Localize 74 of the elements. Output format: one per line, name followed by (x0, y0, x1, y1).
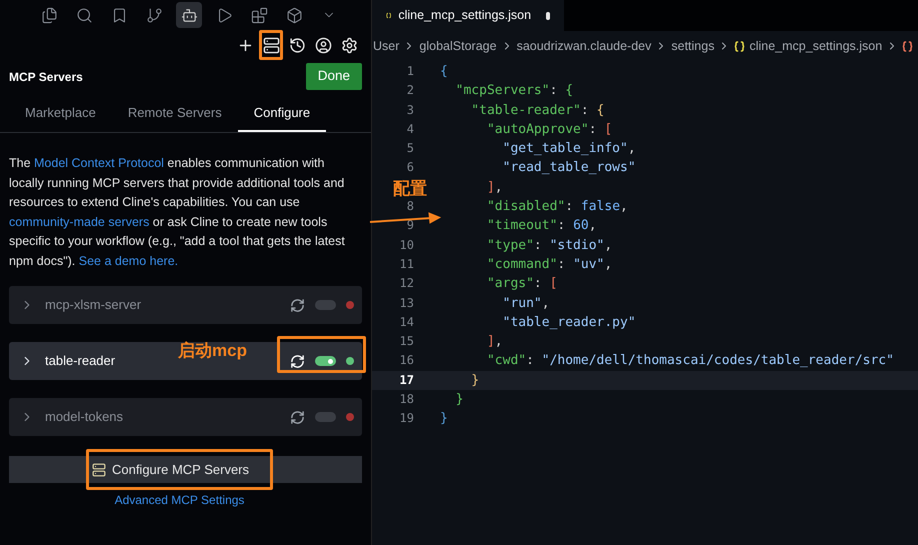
toggle-switch[interactable] (315, 356, 336, 366)
line-number: 19 (400, 410, 414, 428)
annotation-label: 启动mcp (178, 340, 247, 362)
refresh-icon[interactable] (290, 410, 305, 424)
code-line: ], (486, 178, 503, 197)
link[interactable]: community-made servers (9, 214, 150, 228)
code-line: } (470, 372, 480, 390)
code-line: "table_reader.py" (502, 314, 636, 332)
line-number: 17 (400, 372, 414, 389)
code-line: "command": "uv", (486, 256, 612, 274)
refresh-icon[interactable] (290, 298, 305, 312)
done-button[interactable]: Done (306, 63, 362, 90)
line-number: 11 (400, 256, 414, 273)
tab[interactable]: Configure (238, 96, 326, 132)
json-braces-icon (386, 10, 392, 21)
refresh-icon[interactable] (290, 354, 305, 368)
line-number: 14 (400, 314, 414, 331)
toggle-switch[interactable] (315, 412, 336, 422)
breadcrumb-item[interactable]: cline_mcp_settings.json (749, 36, 882, 56)
breadcrumb-item[interactable]: saoudrizwan.claude-dev (516, 36, 652, 56)
panel-title: MCP Servers (9, 68, 83, 86)
line-number: 8 (406, 198, 414, 216)
code-line: "read_table_rows" (502, 159, 636, 178)
code-line: "type": "stdio", (486, 236, 612, 255)
code-line: "run", (502, 294, 550, 313)
toggle-switch[interactable] (315, 300, 336, 310)
line-number: 2 (406, 82, 414, 100)
breadcrumb-item[interactable]: User (373, 36, 400, 56)
line-number: 4 (406, 120, 414, 138)
line-number: 12 (400, 275, 414, 292)
code-line: "table-reader": { (470, 102, 604, 120)
code-line: "disabled": false, (486, 198, 628, 216)
link[interactable]: See a demo here. (78, 254, 178, 268)
code-line: ], (486, 333, 503, 352)
tab[interactable]: Remote Servers (112, 96, 238, 132)
code-line: "timeout": 60, (486, 217, 597, 236)
line-number: 5 (406, 140, 414, 158)
code-line: "args": [ (486, 275, 558, 294)
line-number: 6 (406, 159, 414, 176)
description-paragraph: The Model Context Protocol enables communication with locally running MCP servers that provide additional tools and resources to extend Cline's capabilities. You can use community-made servers or ask Cline to create new tools specific to your workflow (e.g., "add a tool that gets the latest npm docs"). See a demo here. (8, 155, 346, 270)
editor-tab[interactable]: cline_mcp_settings.json (372, 0, 564, 31)
breadcrumb-item[interactable]: globalStorage (419, 36, 497, 56)
line-number: 13 (400, 294, 414, 312)
breadcrumb-item[interactable]: settings (671, 36, 714, 56)
server-name: model-tokens (45, 408, 124, 426)
line-number: 18 (400, 391, 414, 408)
code-line: } (440, 410, 448, 428)
annotation-label: 配置 (393, 179, 427, 198)
server-row[interactable]: mcp-xlsm-server (9, 286, 362, 324)
server-row[interactable]: model-tokens (9, 398, 362, 436)
line-number: 3 (406, 102, 414, 119)
server-name: table-reader (45, 352, 116, 370)
line-number: 9 (406, 217, 414, 234)
server-list-icon[interactable] (259, 30, 283, 60)
tab[interactable]: Marketplace (9, 96, 112, 132)
server-list-icon (92, 462, 106, 476)
tab-title: cline_mcp_settings.json (398, 7, 532, 24)
line-number: 1 (406, 63, 414, 80)
robot-icon[interactable] (176, 2, 202, 28)
object-braces-icon (902, 40, 914, 52)
server-name: mcp-xlsm-server (45, 296, 142, 314)
line-number: 10 (400, 236, 414, 254)
configure-servers-button[interactable]: Configure MCP Servers (9, 456, 362, 483)
code-line: "get_table_info", (502, 140, 636, 158)
json-braces-icon (734, 40, 746, 52)
line-number: 15 (400, 333, 414, 350)
code-line: "mcpServers": { (454, 82, 574, 100)
code-line: "autoApprove": [ (486, 120, 612, 139)
code-line: } (454, 391, 464, 410)
advanced-settings-link[interactable]: Advanced MCP Settings (114, 491, 244, 509)
code-line: "cwd": "/home/dell/thomascai/codes/table_reader/src" (486, 352, 894, 370)
line-number: 16 (400, 352, 414, 370)
code-line: { (440, 63, 448, 81)
link[interactable]: Model Context Protocol (34, 156, 164, 170)
